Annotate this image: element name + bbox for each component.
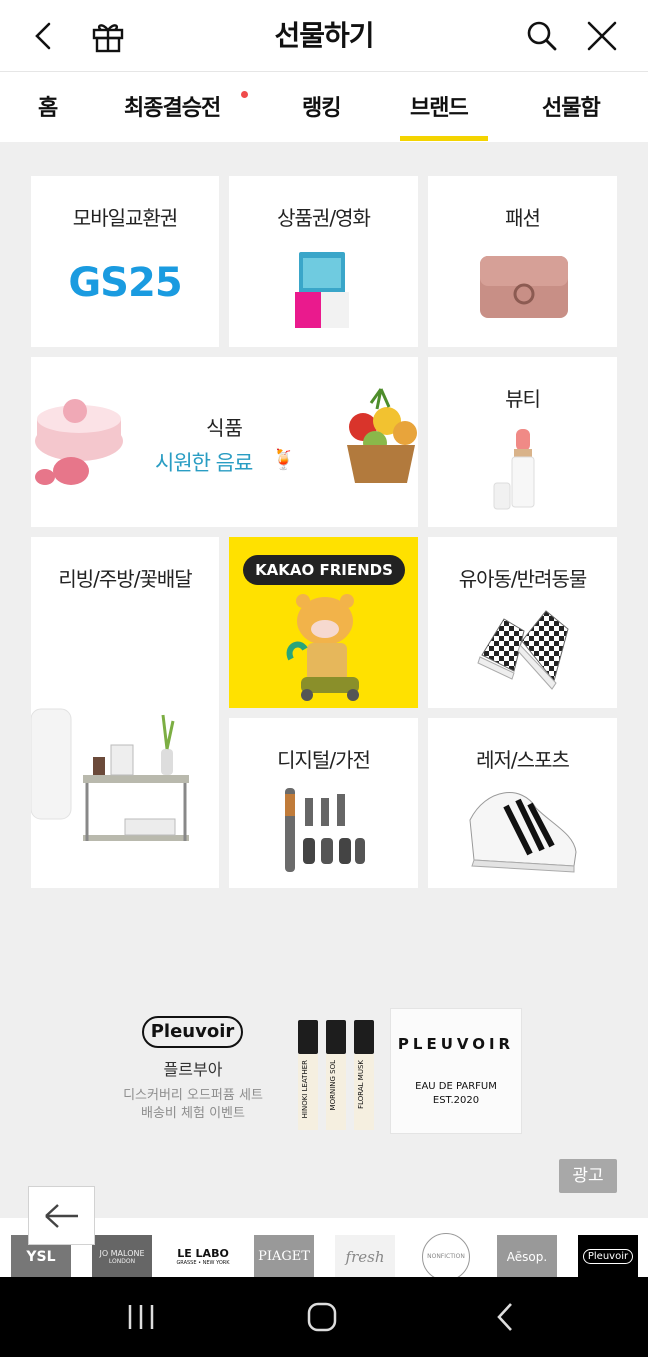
- recent-apps-icon[interactable]: [126, 1303, 156, 1331]
- tab-bar: 홈 최종결승전 랭킹 브랜드 선물함: [0, 72, 648, 142]
- tab-active-indicator: [400, 136, 488, 141]
- living-furniture-image: [31, 708, 189, 841]
- nav-back-icon[interactable]: [494, 1301, 516, 1333]
- category-label: 레저/스포츠: [476, 748, 570, 772]
- category-voucher-movie[interactable]: 상품권/영화: [229, 176, 418, 347]
- category-beauty[interactable]: 뷰티: [428, 357, 617, 527]
- search-icon[interactable]: [518, 12, 566, 60]
- ad-banner[interactable]: Pleuvoir 플르부아 디스커버리 오드퍼퓸 세트 배송비 체험 이벤트 H…: [0, 960, 648, 1160]
- tab-home[interactable]: 홈: [38, 90, 58, 122]
- pleuvoir-logo: Pleuvoir: [142, 1016, 243, 1048]
- arrow-left-icon: [44, 1203, 78, 1228]
- system-nav-bar: [0, 1277, 648, 1357]
- perfume-vial-3: FLORAL MUSK: [354, 1020, 374, 1130]
- category-label: 패션: [505, 206, 541, 230]
- brand-tile-jo-malone[interactable]: JO MALONE LONDON: [92, 1235, 152, 1278]
- category-living[interactable]: 리빙/주방/꽃배달: [31, 537, 219, 888]
- category-digital-appliance[interactable]: 디지털/가전: [229, 718, 418, 888]
- brand-tile-fresh[interactable]: fresh: [335, 1235, 395, 1278]
- brand-tile-aesop[interactable]: Aēsop.: [497, 1235, 557, 1278]
- tab-final[interactable]: 최종결승전: [124, 90, 221, 122]
- ad-badge: 광고: [559, 1159, 617, 1193]
- tab-ranking[interactable]: 랭킹: [302, 90, 341, 122]
- fruit-basket-image: [347, 388, 417, 483]
- brand-tile-piaget[interactable]: PIAGET: [254, 1235, 314, 1278]
- gift-card-image: [295, 252, 349, 328]
- scroll-back-button[interactable]: [28, 1186, 95, 1245]
- ryan-figure-image: [286, 594, 359, 701]
- brand-tile-pleuvoir[interactable]: Pleuvoir: [578, 1235, 638, 1278]
- perfume-vial-2: MORNING SOL: [326, 1020, 346, 1130]
- category-food[interactable]: 식품 시원한 음료 🍹: [31, 357, 418, 527]
- category-label: 유아동/반려동물: [458, 567, 588, 591]
- perfume-vial-1: HINOKI LEATHER: [298, 1020, 318, 1130]
- perfume-box-image: PLEUVOIR EAU DE PARFUM EST.2020: [390, 1008, 522, 1134]
- food-subtitle: 시원한 음료: [155, 451, 253, 475]
- gs25-logo: GS25: [68, 260, 182, 306]
- tab-giftbox[interactable]: 선물함: [542, 90, 601, 122]
- brand-tile-nonfiction[interactable]: NONFICTION: [416, 1232, 476, 1281]
- hair-styler-image: [285, 788, 365, 872]
- new-dot-badge: [241, 91, 248, 98]
- brand-strip: YSL JO MALONE LONDON LE LABO GRASSE • NE…: [0, 1218, 648, 1281]
- category-label: 모바일교환권: [72, 206, 178, 230]
- lipstick-image: [493, 429, 535, 510]
- category-mobile-voucher[interactable]: 모바일교환권 GS25: [31, 176, 219, 347]
- checkered-shoes-image: [477, 610, 569, 690]
- category-leisure-sports[interactable]: 레저/스포츠: [428, 718, 617, 888]
- category-label: 상품권/영화: [277, 206, 371, 230]
- wallet-image: [480, 256, 568, 318]
- home-icon[interactable]: [306, 1301, 338, 1333]
- category-fashion[interactable]: 패션: [428, 176, 617, 347]
- category-kakao-friends[interactable]: KAKAO FRIENDS: [229, 537, 418, 708]
- sneaker-image: [469, 792, 577, 873]
- drink-icon: 🍹: [271, 447, 296, 471]
- close-icon[interactable]: [578, 12, 626, 60]
- tab-brand[interactable]: 브랜드: [410, 90, 469, 122]
- brand-tile-le-labo[interactable]: LE LABO GRASSE • NEW YORK: [173, 1235, 233, 1278]
- category-label: 뷰티: [505, 387, 541, 411]
- category-label: 디지털/가전: [277, 748, 371, 772]
- kakao-friends-badge: KAKAO FRIENDS: [243, 555, 405, 585]
- category-kids-pets[interactable]: 유아동/반려동물: [428, 537, 617, 708]
- top-bar: 선물하기: [0, 0, 648, 72]
- category-label: 리빙/주방/꽃배달: [58, 567, 192, 591]
